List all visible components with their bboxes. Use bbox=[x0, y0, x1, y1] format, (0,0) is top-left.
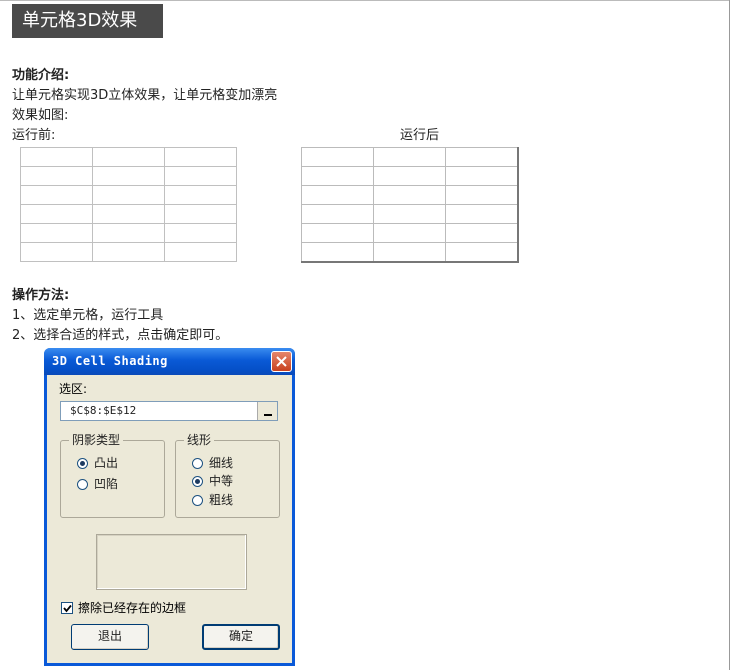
radio-medium-label: 中等 bbox=[209, 474, 234, 488]
radio-unselected-icon bbox=[77, 479, 88, 490]
line-style-title: 线形 bbox=[184, 433, 215, 447]
range-select-button[interactable] bbox=[257, 402, 277, 420]
dialog-title: 3D Cell Shading bbox=[52, 354, 168, 368]
exit-button[interactable]: 退出 bbox=[71, 624, 149, 650]
page-title: 单元格3D效果 bbox=[12, 4, 163, 38]
after-grid bbox=[301, 147, 519, 263]
clear-borders-label: 擦除已经存在的边框 bbox=[78, 601, 187, 615]
before-label: 运行前: bbox=[12, 128, 56, 143]
shadow-type-title: 阴影类型 bbox=[69, 433, 124, 447]
radio-unselected-icon bbox=[192, 458, 203, 469]
step-1: 1、选定单元格，运行工具 bbox=[12, 308, 164, 323]
effect-label: 效果如图: bbox=[12, 108, 69, 123]
close-icon[interactable] bbox=[271, 351, 292, 372]
feature-description: 让单元格实现3D立体效果，让单元格变加漂亮 bbox=[12, 88, 278, 103]
radio-thin-label: 细线 bbox=[209, 456, 234, 470]
ok-button[interactable]: 确定 bbox=[202, 624, 280, 650]
radio-selected-icon bbox=[77, 458, 88, 469]
range-label: 选区: bbox=[59, 382, 88, 396]
preview-box bbox=[96, 534, 247, 590]
radio-selected-icon bbox=[192, 476, 203, 487]
radio-raised-label: 凸出 bbox=[94, 456, 119, 470]
line-style-group: 线形 细线 中等 粗线 bbox=[175, 433, 280, 518]
dialog-titlebar[interactable]: 3D Cell Shading bbox=[44, 348, 295, 375]
range-input[interactable]: $C$8:$E$12 bbox=[60, 401, 278, 421]
method-heading: 操作方法: bbox=[12, 288, 70, 303]
before-grid bbox=[20, 147, 237, 262]
feature-heading: 功能介绍: bbox=[12, 68, 70, 83]
step-2: 2、选择合适的样式，点击确定即可。 bbox=[12, 328, 229, 343]
radio-unselected-icon bbox=[192, 495, 203, 506]
shadow-type-group: 阴影类型 凸出 凹陷 bbox=[60, 433, 165, 518]
after-label: 运行后 bbox=[400, 128, 440, 143]
radio-thick-label: 粗线 bbox=[209, 493, 234, 507]
clear-borders-checkbox[interactable] bbox=[61, 602, 73, 614]
top-border bbox=[0, 0, 730, 1]
checkmark-icon bbox=[63, 604, 72, 613]
cell-shading-dialog: 3D Cell Shading 选区: $C$8:$E$12 阴影类型 凸出 凹… bbox=[44, 348, 295, 666]
radio-sunken-label: 凹陷 bbox=[94, 477, 119, 491]
